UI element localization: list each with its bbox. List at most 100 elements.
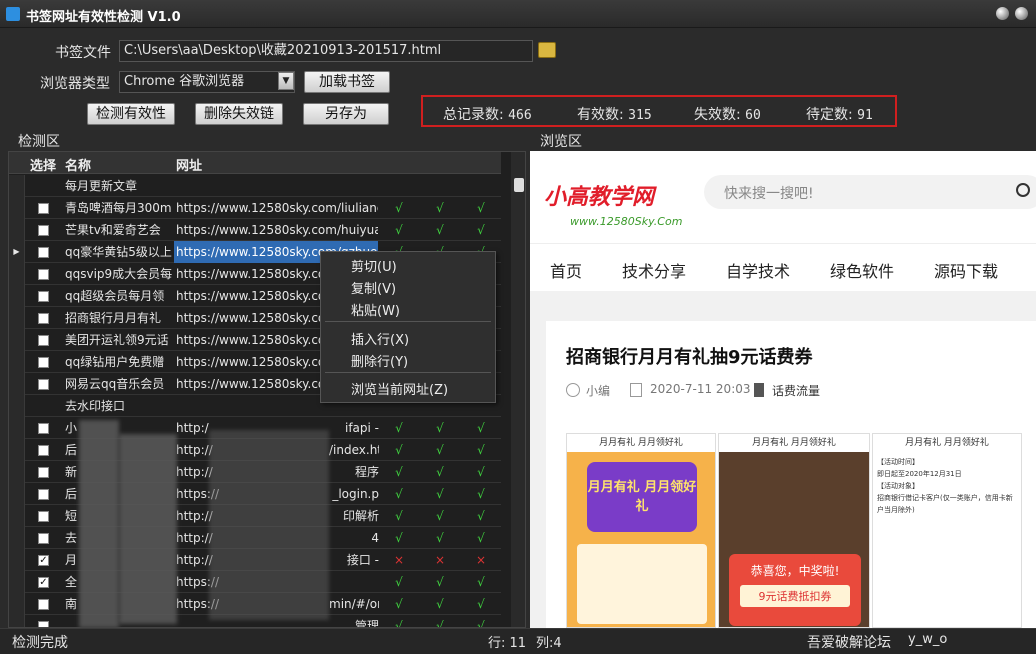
article-author: 小编 [586,384,611,398]
row-header[interactable] [9,263,25,285]
menu-item-paste[interactable]: 粘贴(W) [351,300,400,319]
site-logo-sub: www.12580Sky.Com [570,215,683,228]
table-row[interactable]: 芒果tv和爱奇艺会https://www.12580sky.com/huiyua… [9,219,501,241]
row-header[interactable] [9,351,25,373]
name-cell[interactable]: 去水印接口 [65,395,173,417]
valid-check-icon: √ [436,465,444,479]
window-title: 书签网址有效性检测 V1.0 [26,10,181,25]
article-category[interactable]: 话费流量 [772,382,820,399]
name-cell[interactable]: qqsvip9成大会员每 [65,263,173,285]
row-header[interactable] [9,197,25,219]
row-header[interactable] [9,483,25,505]
menu-item-delete-row[interactable]: 删除行(Y) [351,351,408,370]
url-cell[interactable] [174,175,378,197]
url-cell[interactable]: https://www.12580sky.com/huiyuan/184 [174,219,378,241]
name-cell[interactable]: qq超级会员每月领 [65,285,173,307]
select-checkbox[interactable] [38,269,49,280]
nav-item-software[interactable]: 绿色软件 [830,258,894,282]
close-button[interactable] [1015,7,1028,20]
name-cell[interactable]: 每月更新文章 [65,175,173,197]
row-header[interactable] [9,461,25,483]
name-cell[interactable]: 青岛啤酒每月300m [65,197,173,219]
select-checkbox[interactable]: ✓ [38,577,49,588]
minimize-button[interactable] [996,7,1009,20]
load-bookmarks-button[interactable]: 加载书签 [304,71,390,93]
folder-open-icon[interactable] [538,42,556,58]
menu-item-cut[interactable]: 剪切(U) [351,256,397,275]
browser-type-label: 浏览器类型 [40,76,110,92]
row-header[interactable] [9,175,25,197]
select-checkbox[interactable] [38,489,49,500]
grid-scrollbar[interactable] [511,152,525,627]
row-header[interactable] [9,395,25,417]
select-checkbox[interactable] [38,357,49,368]
delete-invalid-button[interactable]: 删除失效链 [195,103,283,125]
select-checkbox[interactable] [38,533,49,544]
select-checkbox[interactable] [38,621,49,627]
name-cell[interactable]: 网易云qq音乐会员 [65,373,173,395]
scrollbar-thumb[interactable] [514,178,524,192]
select-checkbox[interactable]: ✓ [38,555,49,566]
name-cell[interactable]: qq绿钻用户免费赠 [65,351,173,373]
valid-check-icon: √ [395,465,403,479]
file-path-input[interactable]: C:\Users\aa\Desktop\收藏20210913-201517.ht… [119,40,533,62]
row-header[interactable] [9,307,25,329]
select-checkbox[interactable] [38,203,49,214]
name-column-header[interactable]: 名称 [65,155,91,174]
select-checkbox[interactable] [38,291,49,302]
menu-item-insert-row[interactable]: 插入行(X) [351,329,409,348]
save-as-button[interactable]: 另存为 [303,103,389,125]
row-header[interactable] [9,439,25,461]
row-header[interactable] [9,615,25,627]
row-header[interactable] [9,373,25,395]
select-checkbox[interactable] [38,467,49,478]
select-checkbox[interactable] [38,313,49,324]
screenshot-phone-2: 月月有礼 月月领好礼 恭喜您，中奖啦! 9元话费抵扣券 [718,433,870,628]
browser-pane[interactable]: 小高教学网 www.12580Sky.Com 快来搜一搜吧! 首页 技术分享 自… [530,151,1036,628]
valid-check-icon: √ [395,575,403,589]
row-header[interactable] [9,571,25,593]
row-header[interactable] [9,505,25,527]
row-header[interactable] [9,285,25,307]
row-header[interactable] [9,417,25,439]
select-checkbox[interactable] [38,225,49,236]
nav-item-home[interactable]: 首页 [550,258,582,282]
pending-count: 待定数: 91 [806,107,873,123]
select-checkbox[interactable] [38,445,49,456]
group-row[interactable]: 每月更新文章 [9,175,501,197]
select-checkbox[interactable] [38,599,49,610]
redacted-area [79,420,119,627]
name-cell[interactable]: 招商银行月月有礼 [65,307,173,329]
select-checkbox[interactable] [38,511,49,522]
name-cell[interactable]: 美团开运礼领9元话 [65,329,173,351]
select-checkbox[interactable] [38,379,49,390]
row-header[interactable] [9,219,25,241]
browser-type-select[interactable]: Chrome 谷歌浏览器 [119,71,295,93]
name-cell[interactable]: 芒果tv和爱奇艺会 [65,219,173,241]
menu-item-copy[interactable]: 复制(V) [351,278,396,297]
chevron-down-icon[interactable]: ▼ [278,72,294,90]
redacted-area [209,430,329,620]
select-checkbox[interactable] [38,335,49,346]
search-icon[interactable] [1016,183,1030,197]
nav-item-source[interactable]: 源码下载 [934,258,998,282]
row-header[interactable]: ▶ [9,241,25,263]
nav-item-learn[interactable]: 自学技术 [726,258,790,282]
url-cell[interactable]: https://www.12580sky.com/liuliang/1552 [174,197,378,219]
select-checkbox[interactable] [38,423,49,434]
article-title[interactable]: 招商银行月月有礼抽9元话费券 [566,343,813,369]
nav-item-tech[interactable]: 技术分享 [622,258,686,282]
row-header[interactable] [9,329,25,351]
name-cell[interactable]: qq豪华黄钻5级以上 [65,241,173,263]
select-checkbox[interactable] [38,247,49,258]
row-header[interactable] [9,527,25,549]
row-header[interactable] [9,549,25,571]
url-column-header[interactable]: 网址 [176,155,202,174]
table-row[interactable]: 青岛啤酒每月300m https://www.12580sky.com/liuli… [9,197,501,219]
select-column-header[interactable]: 选择 [30,155,56,174]
site-search-input[interactable]: 快来搜一搜吧! [704,175,1036,209]
site-logo[interactable]: 小高教学网 [544,179,654,211]
check-validity-button[interactable]: 检测有效性 [87,103,175,125]
menu-item-browse-url[interactable]: 浏览当前网址(Z) [351,379,448,398]
row-header[interactable] [9,593,25,615]
